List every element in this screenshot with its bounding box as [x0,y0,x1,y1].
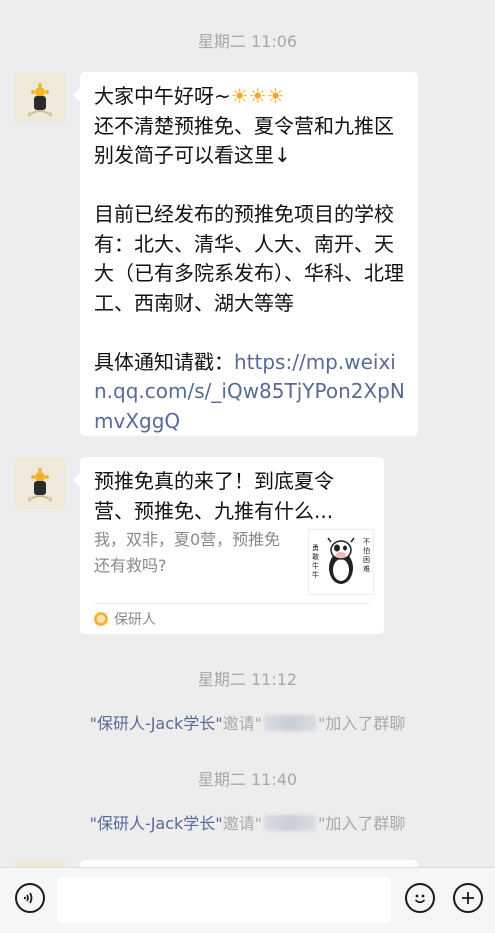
card-title: 预推免真的来了！到底夏令营、预推免、九推有什么... [94,469,334,523]
message-paragraph: 目前已经发布的预推免项目的学校有：北大、清华、人大、南开、天大（已有多院系发布）… [94,202,404,315]
emoji-button[interactable] [405,883,435,913]
input-toolbar [0,867,495,933]
chat-screen: 星期二 11:06 大家中午好呀~☀☀☀ 还不清楚预推免、夏令营和九推区别发简子… [0,0,495,933]
card-description: 我，双非，夏0营，预推免还有救吗? [94,530,281,575]
greeting-line: 大家中午好呀~☀☀☀ [94,82,406,112]
timestamp: 星期二 11:40 [197,770,298,789]
timestamp: 星期二 11:06 [197,32,298,51]
timestamp: 星期二 11:12 [197,670,298,689]
inviter-name[interactable]: "保研人-Jack学长" [90,814,223,833]
voice-button[interactable] [15,883,45,913]
source-logo-icon [94,612,108,626]
message-link-line: 具体通知请戳：https://mp.weixin.qq.com/s/_iQw85… [94,348,406,437]
avatar-image [14,72,66,124]
system-message: "保研人-Jack学长"邀请" "加入了群聊 [0,710,495,734]
notice-label: 具体通知请戳： [94,349,234,374]
divider [94,603,370,604]
invite-text: 邀请" [222,814,263,833]
message-bubble[interactable]: 大家中午好呀~☀☀☀ 还不清楚预推免、夏令营和九推区别发简子可以看这里↓ 目前已… [73,72,418,437]
voice-icon [23,892,33,904]
card-thumbnail: 勇敢牛牛 不怕困难 [308,529,374,595]
cow-illustration: 勇敢牛牛 不怕困难 [309,530,373,594]
invite-text: 邀请" [222,714,263,733]
thumb-caption-right: 不怕困难 [363,538,370,573]
message-paragraph: 还不清楚预推免、夏令营和九推区别发简子可以看这里↓ [94,113,394,168]
card-source: 保研人 [94,609,156,629]
joined-text: "加入了群聊 [318,814,406,833]
redacted-name [264,715,317,731]
source-name: 保研人 [114,612,156,628]
avatar[interactable] [14,72,66,124]
article-card[interactable]: 预推免真的来了！到底夏令营、预推免、九推有什么... 我，双非，夏0营，预推免还… [73,457,384,634]
more-button[interactable] [453,883,483,913]
emoji-icon [414,894,426,904]
joined-text: "加入了群聊 [318,714,406,733]
avatar-image [14,457,66,509]
redacted-name [264,815,317,831]
system-message: "保研人-Jack学长"邀请" "加入了群聊 [0,810,495,834]
sun-emoji-icon: ☀☀☀ [230,84,285,108]
plus-icon [462,892,474,904]
avatar[interactable] [14,457,66,509]
message-input[interactable] [57,877,391,923]
inviter-name[interactable]: "保研人-Jack学长" [90,714,223,733]
greeting-text: 大家中午好呀~ [94,84,231,108]
